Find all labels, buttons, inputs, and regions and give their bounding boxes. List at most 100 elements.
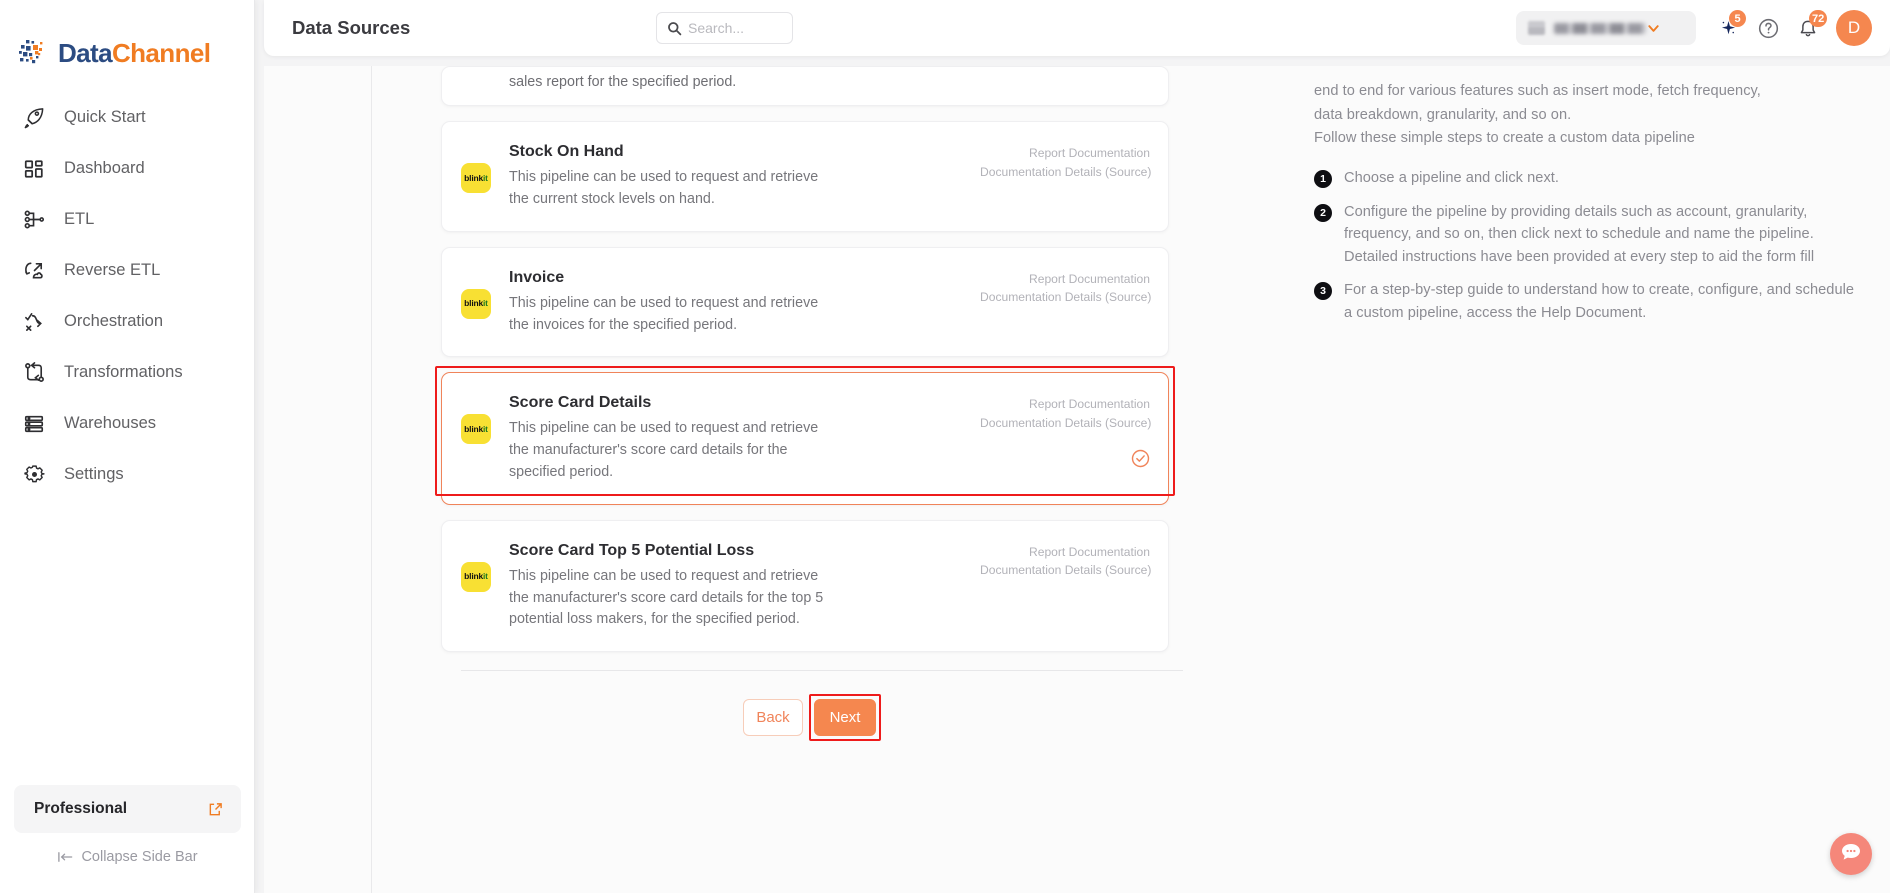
step-number: 1 <box>1314 169 1332 188</box>
pipeline-card-title: Score Card Top 5 Potential Loss <box>509 541 755 559</box>
workspace-name-redacted <box>1554 22 1646 34</box>
notifications-button[interactable]: 72 <box>1788 8 1828 48</box>
brand-logo[interactable]: DataChannel <box>0 0 254 78</box>
sidebar-footer: Professional Collapse Side Bar <box>0 785 255 893</box>
sidebar: DataChannel Quick Start Dashboard ETL Re… <box>0 0 255 893</box>
sidebar-item-dashboard[interactable]: Dashboard <box>0 143 254 194</box>
search-icon <box>667 21 682 36</box>
database-icon <box>1528 21 1545 35</box>
pipeline-card-description: This pipeline can be used to request and… <box>509 567 824 628</box>
blinkit-logo-part2: it <box>483 571 488 582</box>
pipeline-list-column: sales report for the specified period. b… <box>373 66 1288 893</box>
sidebar-item-label: Transformations <box>64 363 183 382</box>
instructions-intro-line-3: Follow these simple steps to create a cu… <box>1314 130 1695 147</box>
sidebar-item-settings[interactable]: Settings <box>0 449 254 500</box>
instruction-step: 3 For a step-by-step guide to understand… <box>1314 279 1864 324</box>
help-button[interactable] <box>1748 8 1788 48</box>
blinkit-logo-icon: blinkit <box>461 163 491 193</box>
blinkit-logo-part2: it <box>483 172 488 183</box>
sidebar-nav: Quick Start Dashboard ETL Reverse ETL Or… <box>0 92 254 500</box>
app-root: DataChannel Quick Start Dashboard ETL Re… <box>0 0 1890 893</box>
report-documentation-link[interactable]: Report Documentation <box>980 543 1150 562</box>
help-circle-icon <box>1758 18 1778 38</box>
pipeline-card-body: Stock On Hand This pipeline can be used … <box>509 141 980 211</box>
sidebar-item-transformations[interactable]: Transformations <box>0 347 254 398</box>
top-header: Data Sources Search... 5 72 D <box>264 0 1890 56</box>
workspace-selector[interactable] <box>1516 11 1696 45</box>
sidebar-item-label: Quick Start <box>64 108 146 127</box>
sidebar-item-label: Reverse ETL <box>64 261 161 280</box>
sidebar-item-quick-start[interactable]: Quick Start <box>0 92 254 143</box>
pipeline-card[interactable]: blinkit Score Card Top 5 Potential Loss … <box>441 519 1169 652</box>
step-text: Choose a pipeline and click next. <box>1344 169 1560 186</box>
report-documentation-link[interactable]: Report Documentation <box>980 144 1150 163</box>
step-number: 2 <box>1314 203 1332 222</box>
etl-branch-icon <box>22 208 46 232</box>
pipeline-card-links: Report Documentation Documentation Detai… <box>980 392 1151 483</box>
pipeline-card-body: Invoice This pipeline can be used to req… <box>509 267 980 337</box>
step-number: 3 <box>1314 282 1332 301</box>
sidebar-item-label: ETL <box>64 210 95 229</box>
sidebar-item-warehouses[interactable]: Warehouses <box>0 398 254 449</box>
step-text: Configure the pipeline by providing deta… <box>1344 203 1815 265</box>
instruction-step: 2 Configure the pipeline by providing de… <box>1314 201 1864 269</box>
blinkit-logo-part1: blink <box>464 571 484 582</box>
documentation-details-source-link[interactable]: Documentation Details (Source) <box>980 561 1151 580</box>
wizard-footer-buttons: Back Next <box>373 693 1288 741</box>
pipeline-cards: sales report for the specified period. b… <box>373 66 1288 652</box>
pipeline-card-links: Report Documentation Documentation Detai… <box>980 540 1151 631</box>
brand-part-2: Channel <box>111 37 211 68</box>
pipeline-card-selected[interactable]: blinkit Score Card Details This pipeline… <box>441 372 1169 505</box>
instructions-intro-line-2: data breakdown, granularity, and so on. <box>1314 106 1572 123</box>
chevron-down-icon[interactable] <box>1646 21 1661 36</box>
blinkit-logo-part1: blink <box>464 298 484 309</box>
search-box[interactable] <box>656 12 793 44</box>
back-button[interactable]: Back <box>743 698 803 736</box>
blinkit-logo-icon: blinkit <box>461 414 491 445</box>
pipeline-card-description: This pipeline can be used to request and… <box>509 169 819 207</box>
blinkit-logo-icon: blinkit <box>461 288 491 319</box>
pipeline-card-title: Stock On Hand <box>509 143 624 160</box>
pipeline-card-body: Score Card Top 5 Potential Loss This pip… <box>509 540 980 631</box>
chat-bubble-icon <box>1839 840 1863 869</box>
next-button[interactable]: Next <box>814 698 876 736</box>
collapse-sidebar-label: Collapse Side Bar <box>81 849 198 865</box>
chat-support-button[interactable] <box>1830 833 1872 875</box>
report-documentation-link[interactable]: Report Documentation <box>980 395 1150 414</box>
pipeline-card[interactable]: blinkit Stock On Hand This pipeline can … <box>441 121 1169 232</box>
avatar[interactable]: D <box>1836 10 1872 46</box>
orchestration-icon <box>22 310 46 334</box>
footer-divider <box>461 669 1183 671</box>
documentation-details-source-link[interactable]: Documentation Details (Source) <box>980 288 1151 307</box>
ai-assistant-button[interactable]: 5 <box>1708 8 1748 48</box>
blinkit-logo-part1: blink <box>464 172 484 183</box>
brand-text: DataChannel <box>58 37 211 69</box>
check-circle-icon <box>1131 449 1150 468</box>
pipeline-card-links: Report Documentation Documentation Detai… <box>980 267 1151 337</box>
sidebar-item-orchestration[interactable]: Orchestration <box>0 296 254 347</box>
sidebar-item-etl[interactable]: ETL <box>0 194 254 245</box>
sidebar-item-label: Dashboard <box>64 159 145 178</box>
next-button-wrap: Next <box>809 693 881 741</box>
header-actions: 5 72 D <box>1516 0 1872 56</box>
grid-squares-icon <box>22 157 46 181</box>
pipeline-card-title: Invoice <box>509 268 565 286</box>
documentation-details-source-link[interactable]: Documentation Details (Source) <box>980 163 1151 182</box>
pipeline-card[interactable]: blinkit Invoice This pipeline can be use… <box>441 246 1169 358</box>
plan-badge[interactable]: Professional <box>14 785 241 833</box>
documentation-details-source-link[interactable]: Documentation Details (Source) <box>980 414 1151 433</box>
sidebar-item-reverse-etl[interactable]: Reverse ETL <box>0 245 254 296</box>
ai-badge: 5 <box>1729 10 1746 27</box>
pipeline-card-partial-text: sales report for the specified period. <box>509 74 737 90</box>
pipeline-card-description: This pipeline can be used to request and… <box>509 420 819 480</box>
content-shell: sales report for the specified period. b… <box>264 66 1890 893</box>
collapse-sidebar-button[interactable]: Collapse Side Bar <box>14 849 241 865</box>
pipeline-card-body: Score Card Details This pipeline can be … <box>509 392 980 483</box>
blinkit-logo-part2: it <box>483 298 488 309</box>
report-documentation-link[interactable]: Report Documentation <box>980 270 1150 289</box>
external-link-icon[interactable] <box>208 802 223 817</box>
page-title: Data Sources <box>292 17 411 38</box>
pipeline-card-partial[interactable]: sales report for the specified period. <box>441 66 1169 106</box>
warehouse-stack-icon <box>22 412 46 436</box>
search-input[interactable] <box>688 20 782 36</box>
